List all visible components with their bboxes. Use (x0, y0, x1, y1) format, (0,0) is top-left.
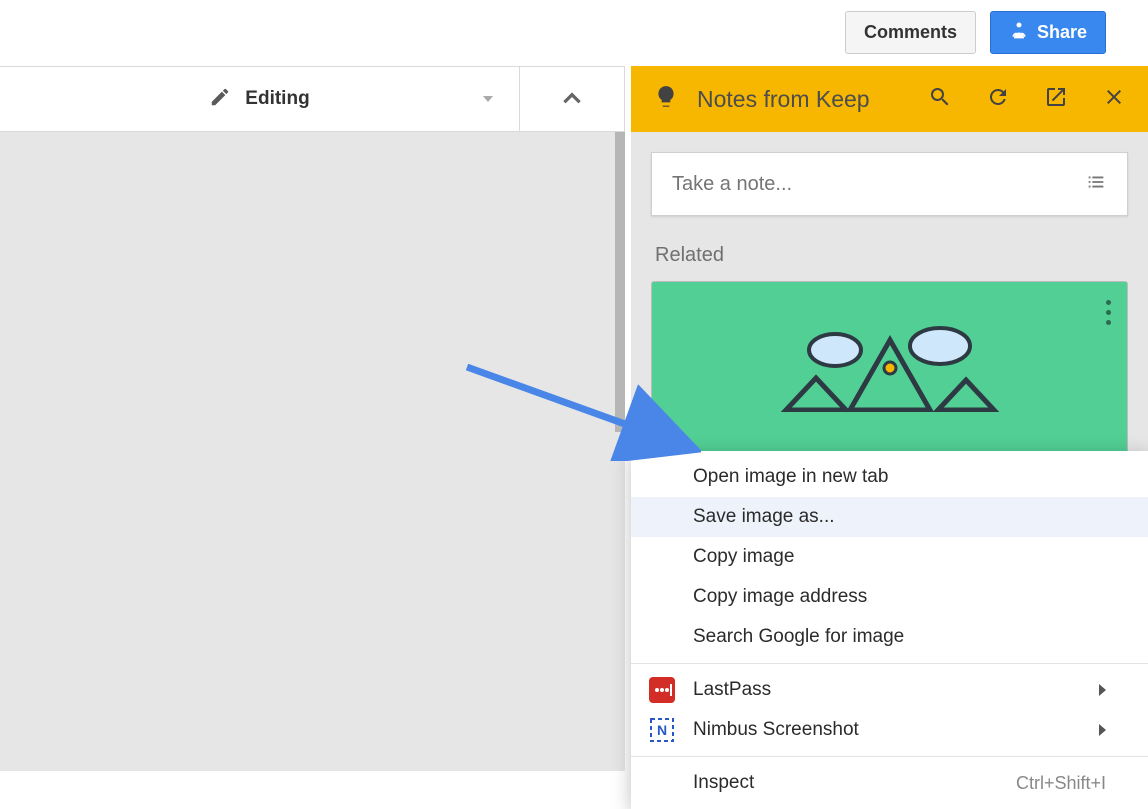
keep-panel: Notes from Keep Related R Open image in (631, 66, 1148, 771)
ctx-save-image-as[interactable]: Save image as... (631, 497, 1148, 537)
scrollbar[interactable] (615, 132, 625, 432)
ctx-label: LastPass (693, 679, 771, 701)
take-note-input[interactable] (672, 173, 1085, 196)
ctx-label: Search Google for image (693, 626, 904, 648)
share-label: Share (1037, 22, 1087, 43)
pencil-icon (209, 86, 231, 113)
card-menu-icon[interactable] (1106, 300, 1111, 325)
ctx-inspect[interactable]: Inspect Ctrl+Shift+I (631, 763, 1148, 803)
keep-actions (928, 85, 1126, 114)
edit-mode-label: Editing (245, 88, 309, 110)
ctx-copy-image[interactable]: Copy image (631, 537, 1148, 577)
close-icon[interactable] (1102, 85, 1126, 114)
comments-label: Comments (864, 22, 957, 43)
top-bar: Comments Share (0, 0, 1148, 65)
note-image (780, 322, 1000, 412)
ctx-ext-nimbus[interactable]: N Nimbus Screenshot (631, 710, 1148, 750)
keep-bulb-icon (653, 84, 679, 115)
share-icon (1009, 20, 1029, 45)
svg-text:N: N (657, 722, 667, 738)
related-heading: Related (655, 244, 1148, 267)
ctx-label: Save image as... (693, 506, 835, 528)
context-menu: Open image in new tab Save image as... C… (631, 451, 1148, 809)
ctx-label: Copy image address (693, 586, 867, 608)
ctx-label: Nimbus Screenshot (693, 719, 859, 741)
ctx-label: Open image in new tab (693, 466, 888, 488)
chevron-right-icon (1099, 684, 1106, 696)
open-in-new-icon[interactable] (1044, 85, 1068, 114)
lastpass-icon (649, 677, 675, 703)
chevron-right-icon (1099, 724, 1106, 736)
divider (631, 756, 1148, 757)
list-icon[interactable] (1085, 171, 1107, 198)
share-button[interactable]: Share (990, 11, 1106, 54)
take-note-input-wrap[interactable] (651, 152, 1128, 216)
edit-strip: Editing (0, 66, 625, 132)
divider (631, 663, 1148, 664)
comments-button[interactable]: Comments (845, 11, 976, 54)
ctx-search-google-image[interactable]: Search Google for image (631, 617, 1148, 657)
keep-header: Notes from Keep (631, 66, 1148, 132)
search-icon[interactable] (928, 85, 952, 114)
ctx-label: Copy image (693, 546, 794, 568)
edit-mode-dropdown[interactable]: Editing (0, 86, 519, 113)
keep-title: Notes from Keep (697, 86, 910, 113)
document-canvas (0, 132, 625, 771)
ctx-shortcut: Ctrl+Shift+I (1016, 773, 1106, 794)
refresh-icon[interactable] (986, 85, 1010, 114)
chevron-down-icon (483, 96, 493, 102)
ctx-ext-lastpass[interactable]: LastPass (631, 670, 1148, 710)
ctx-open-image-new-tab[interactable]: Open image in new tab (631, 457, 1148, 497)
ctx-label: Inspect (693, 772, 754, 794)
nimbus-icon: N (649, 717, 675, 743)
collapse-button[interactable] (520, 86, 624, 112)
ctx-copy-image-address[interactable]: Copy image address (631, 577, 1148, 617)
